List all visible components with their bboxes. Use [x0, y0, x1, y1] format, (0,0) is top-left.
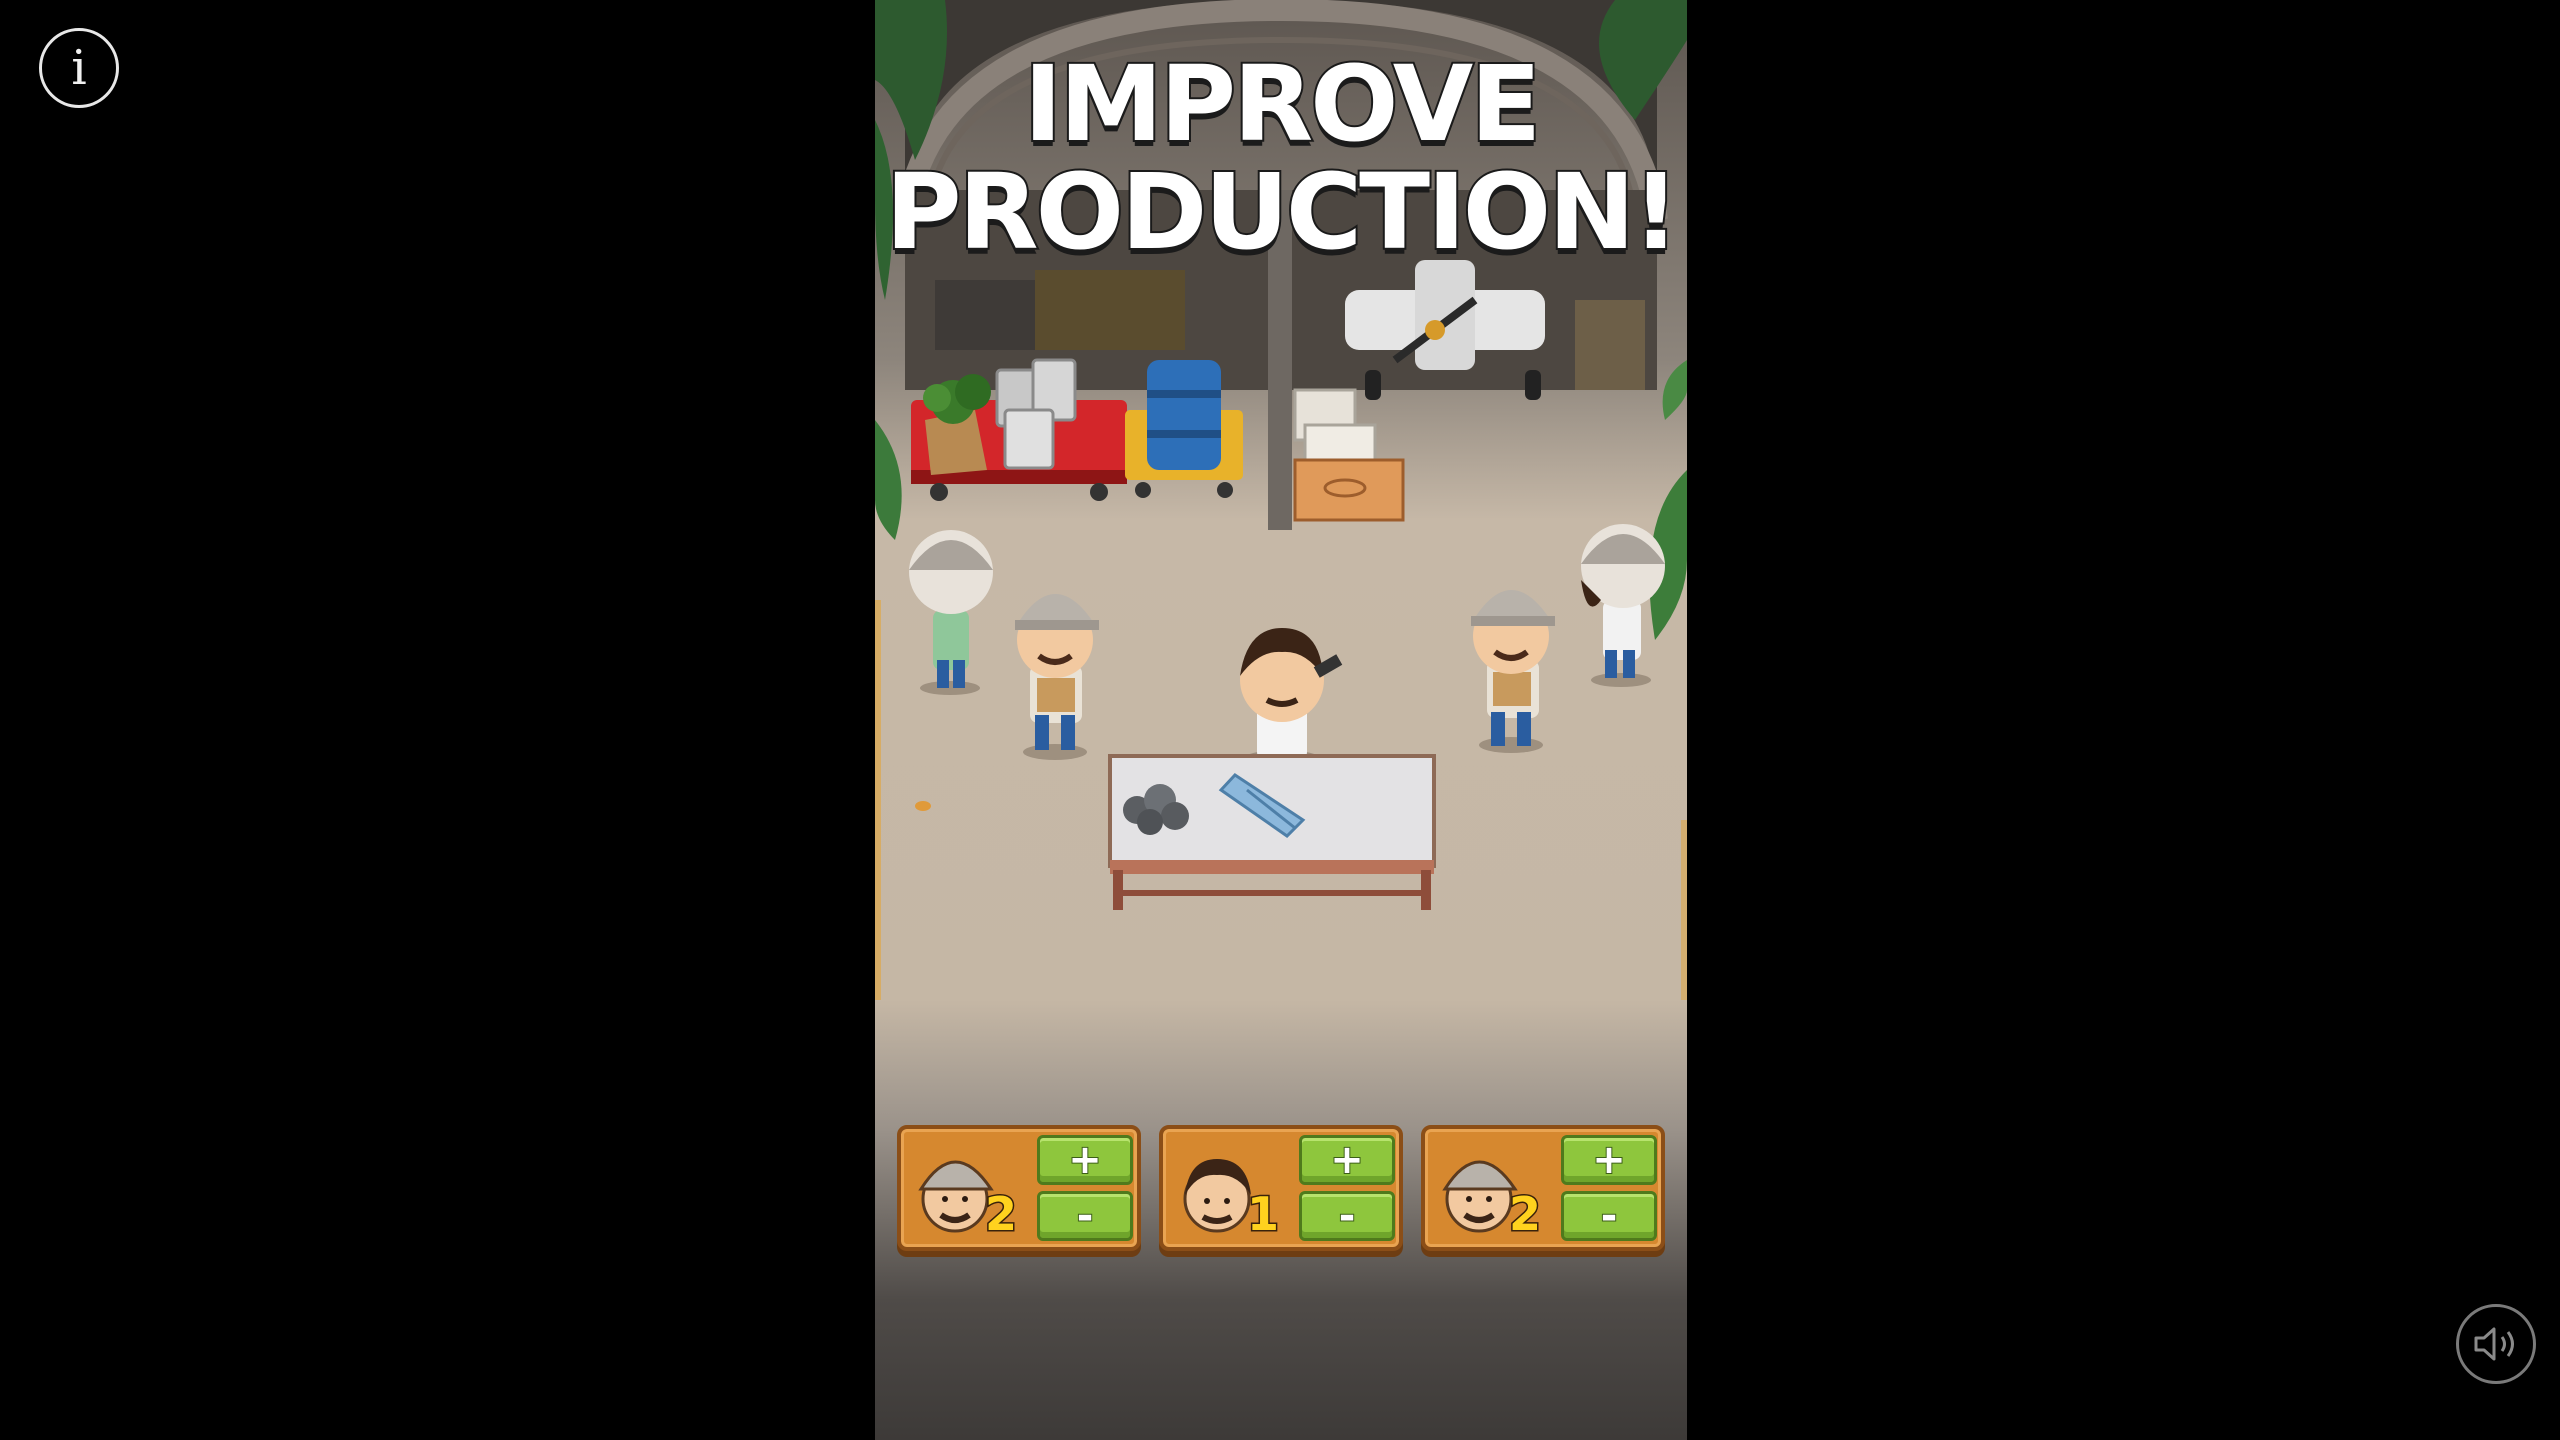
worker-count: 2: [983, 1186, 1018, 1243]
worker-panel-boss: 1 + -: [1159, 1125, 1403, 1251]
fish-crate: [1293, 458, 1405, 522]
headline: IMPROVE PRODUCTION!: [875, 43, 1687, 273]
remove-worker-button[interactable]: -: [1037, 1191, 1133, 1241]
blue-barrel: [1147, 360, 1221, 470]
add-worker-button[interactable]: +: [1037, 1135, 1133, 1185]
remove-worker-button[interactable]: -: [1299, 1191, 1395, 1241]
worker-panel-porter-2: 2 + -: [1421, 1125, 1665, 1251]
worker-count: 2: [1507, 1186, 1542, 1243]
worker-boss: [1240, 628, 1343, 770]
game-frame[interactable]: IMPROVE PRODUCTION! 2 + - 1 + - 2 + -: [875, 0, 1687, 1440]
speaker-icon: [2474, 1327, 2514, 1361]
worker-porter-right: [1471, 590, 1555, 753]
headline-line-2: PRODUCTION!: [883, 151, 1681, 273]
worker-back-left: [909, 530, 993, 695]
add-worker-button[interactable]: +: [1299, 1135, 1395, 1185]
worker-porter-left: [1015, 594, 1099, 760]
headline-line-1: IMPROVE: [1022, 43, 1544, 165]
remove-worker-button[interactable]: -: [1561, 1191, 1657, 1241]
worker-panel-porter-1: 2 + -: [897, 1125, 1141, 1251]
worker-count: 1: [1245, 1186, 1280, 1243]
work-table: [1108, 754, 1436, 910]
info-button[interactable]: i: [39, 28, 119, 108]
info-icon: i: [71, 40, 87, 96]
sound-toggle-button[interactable]: [2456, 1304, 2536, 1384]
add-worker-button[interactable]: +: [1561, 1135, 1657, 1185]
ad-stage: i IMPROVE PRODUCTION! 2 + - 1 + - 2 + -: [0, 0, 2560, 1440]
